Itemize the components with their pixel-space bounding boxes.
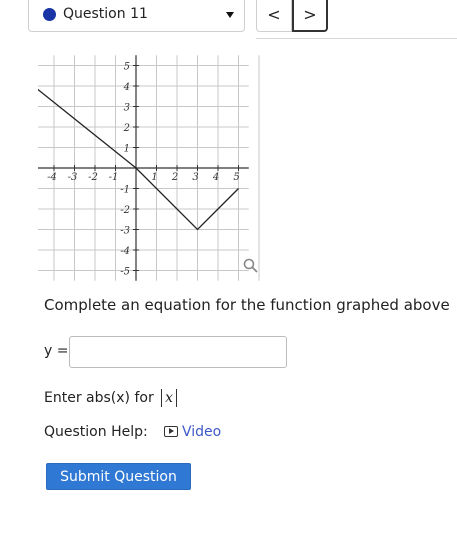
hint-label: Enter abs(x) for <box>44 390 154 406</box>
x-tick-label: 5 <box>233 172 239 183</box>
question-help-label: Question Help: <box>44 424 148 440</box>
y-tick-label: -1 <box>120 185 130 196</box>
y-tick-label: 4 <box>123 82 130 93</box>
x-tick-label: 1 <box>151 172 157 183</box>
y-tick-label: -5 <box>120 267 130 278</box>
next-question-button[interactable]: > <box>292 0 328 32</box>
answer-input[interactable] <box>69 336 287 368</box>
y-tick-label: 1 <box>124 144 130 155</box>
y-tick-label: -4 <box>120 246 130 257</box>
question-prompt: Complete an equation for the function gr… <box>44 296 450 314</box>
status-dot-icon <box>43 8 56 21</box>
x-tick-label: 3 <box>192 172 198 183</box>
hint-text: Enter abs(x) for x <box>44 389 178 407</box>
y-tick-label: -3 <box>120 226 130 237</box>
play-icon <box>164 426 178 437</box>
answer-label: y = <box>44 343 69 359</box>
function-line <box>38 88 239 231</box>
x-tick-label: -1 <box>109 172 119 183</box>
video-link[interactable]: Video <box>164 424 221 440</box>
y-tick-label: -2 <box>120 205 130 216</box>
header-divider <box>256 38 457 39</box>
graph-axes <box>38 55 249 281</box>
chevron-down-icon <box>226 12 234 18</box>
y-tick-label: 2 <box>123 123 130 134</box>
video-link-label: Video <box>182 424 222 440</box>
abs-x-math: x <box>161 389 178 407</box>
x-tick-label: -4 <box>47 172 57 183</box>
y-tick-label: 3 <box>124 103 130 114</box>
question-select[interactable]: Question 11 <box>28 0 245 32</box>
y-tick-label: 5 <box>124 62 130 73</box>
question-select-label: Question 11 <box>63 6 148 22</box>
x-tick-label: -2 <box>88 172 98 183</box>
x-tick-label: 4 <box>212 172 219 183</box>
previous-question-button[interactable]: < <box>256 0 292 32</box>
submit-question-button[interactable]: Submit Question <box>46 463 191 490</box>
function-graph: -5-4-3-2-112345 54321-1-2-3-4-5 <box>38 55 260 281</box>
x-tick-label: -3 <box>68 172 78 183</box>
x-tick-label: 2 <box>171 172 178 183</box>
